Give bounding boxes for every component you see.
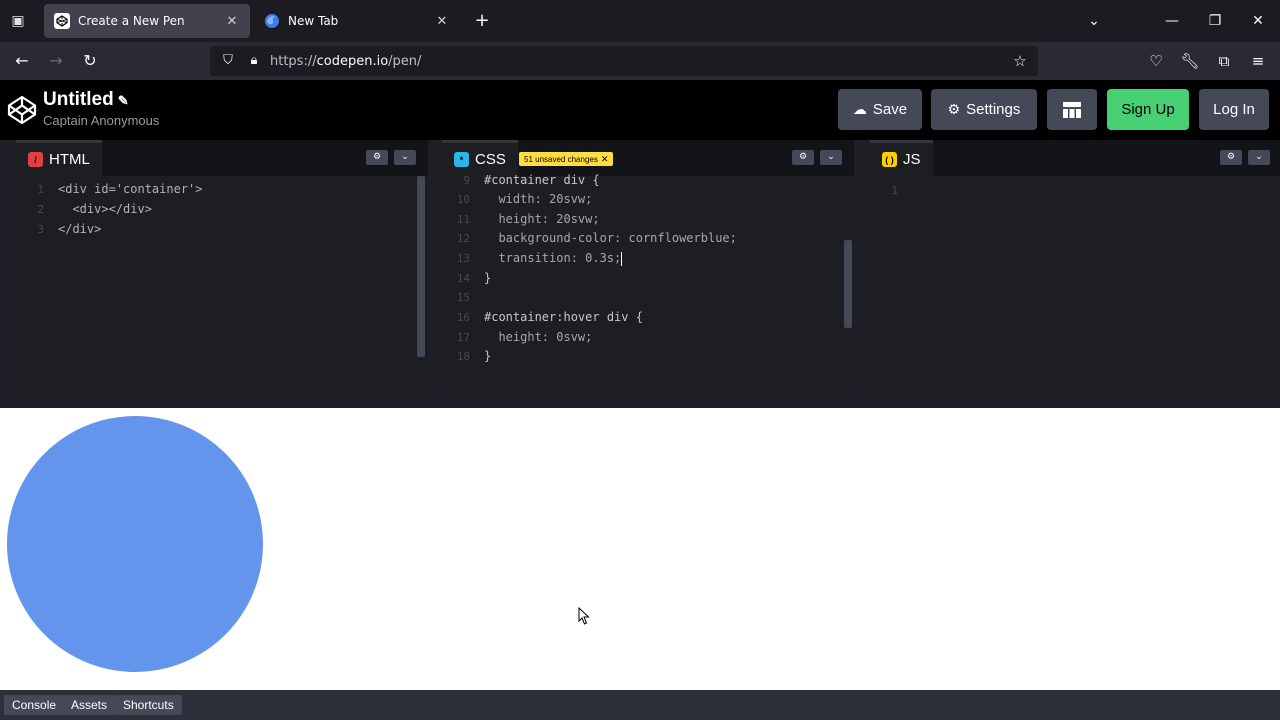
codepen-favicon-icon [54, 13, 70, 29]
code-line: 9 #container div { [463, 173, 600, 187]
gear-icon: ⚙ [947, 101, 961, 117]
code-line: 17 height: 0svw; [456, 330, 593, 344]
editor-resizer-css-js[interactable] [854, 140, 870, 393]
tab-title: Create a New Pen [78, 14, 185, 28]
preview-circle[interactable] [7, 416, 263, 672]
bookmark-star-icon[interactable]: ☆ [1010, 51, 1030, 71]
editor-resizer-left[interactable] [0, 140, 16, 393]
back-arrow-icon[interactable]: ← [10, 49, 34, 73]
js-editor[interactable]: ( ) JS ⚙ ⌄ 1 [870, 140, 1280, 393]
firefox-icon [265, 14, 279, 28]
codepen-logo-icon[interactable] [6, 94, 38, 126]
preview-resize-bar[interactable] [0, 393, 1280, 408]
js-lang-icon: ( ) [882, 152, 897, 167]
pen-author: Captain Anonymous [43, 113, 160, 128]
lock-icon[interactable]: 🔒︎ [244, 51, 264, 71]
code-line: 15 [456, 291, 470, 304]
log-in-button[interactable]: Log In [1199, 89, 1269, 130]
html-lang-icon: / [28, 152, 43, 167]
html-editor[interactable]: / HTML ⚙ ⌄ 1 <div id='container'> 2 <div>… [16, 140, 428, 393]
assets-button[interactable]: Assets [63, 695, 116, 715]
code-line: 2 <div></div> [37, 202, 152, 216]
forward-arrow-icon[interactable]: → [44, 49, 68, 73]
tab-new-tab[interactable]: New Tab ✕ [254, 4, 460, 38]
edit-pencil-icon[interactable]: ✎ [118, 93, 129, 108]
dismiss-badge-icon[interactable]: ✕ [601, 154, 609, 164]
browser-tab-strip: ▣ Create a New Pen ✕ New Tab ✕ + ⌄ — ❐ ✕ [0, 0, 1280, 42]
cloud-icon: ☁ [852, 101, 867, 117]
layout-grid-icon [1063, 101, 1081, 118]
close-tab-icon[interactable]: ✕ [434, 14, 450, 29]
close-window-icon[interactable]: ✕ [1244, 9, 1272, 33]
editor-resizer-html-css[interactable] [428, 140, 442, 393]
tab-create-new-pen[interactable]: Create a New Pen ✕ [44, 4, 250, 38]
css-options-chevron-icon[interactable]: ⌄ [820, 150, 842, 165]
code-line: 16 #container:hover div { [456, 310, 643, 324]
wrench-icon[interactable]: 🔧︎ [1178, 49, 1202, 73]
shortcuts-button[interactable]: Shortcuts [115, 695, 182, 715]
settings-button[interactable]: ⚙ Settings [931, 89, 1037, 130]
js-settings-gear-icon[interactable]: ⚙ [1220, 150, 1242, 165]
code-line: 11 height: 20svw; [456, 212, 600, 226]
js-options-chevron-icon[interactable]: ⌄ [1248, 150, 1270, 165]
code-line: 18} [456, 349, 492, 363]
css-editor[interactable]: * CSS ⚙ ⌄ 9 #container div { 10 width: 20… [442, 140, 854, 393]
result-preview[interactable] [0, 408, 1280, 690]
hamburger-menu-icon[interactable]: ≡ [1246, 49, 1270, 73]
code-line: 13 transition: 0.3s; [456, 251, 623, 266]
html-settings-gear-icon[interactable]: ⚙ [366, 150, 388, 165]
reload-icon[interactable]: ↻ [78, 49, 102, 73]
code-line: 10 width: 20svw; [456, 192, 593, 206]
html-options-chevron-icon[interactable]: ⌄ [394, 150, 416, 165]
css-scrollbar[interactable] [844, 240, 852, 328]
pocket-icon[interactable]: ♡ [1144, 49, 1168, 73]
text-caret [621, 251, 623, 266]
code-line: 14} [456, 271, 492, 285]
restore-icon[interactable]: ❐ [1201, 9, 1229, 33]
codepen-header: Untitled ✎ Captain Anonymous ☁ Save ⚙ Setti… [0, 80, 1280, 140]
html-editor-tab[interactable]: / HTML [16, 140, 102, 176]
tab-list-icon[interactable]: ▣ [6, 9, 30, 33]
sign-up-button[interactable]: Sign Up [1107, 89, 1189, 130]
code-line: 12 background-color: cornflowerblue; [456, 231, 737, 245]
css-lang-icon: * [454, 152, 469, 167]
change-view-button[interactable] [1047, 89, 1097, 130]
shield-icon[interactable]: ⛉ [218, 51, 238, 71]
js-editor-tab[interactable]: ( ) JS [870, 140, 933, 176]
css-settings-gear-icon[interactable]: ⚙ [792, 150, 814, 165]
html-editor-header: / HTML ⚙ ⌄ [16, 140, 428, 176]
browser-navigation-bar: ← → ↻ ⛉ 🔒︎ https://codepen.io/pen/ ☆ ♡ 🔧… [0, 42, 1280, 80]
extensions-icon[interactable]: ⧉ [1212, 49, 1236, 73]
address-bar[interactable]: ⛉ 🔒︎ https://codepen.io/pen/ ☆ [210, 46, 1038, 76]
code-line: 1 [891, 184, 898, 197]
console-button[interactable]: Console [4, 695, 65, 715]
save-button[interactable]: ☁ Save [838, 89, 922, 130]
codepen-footer: Console Assets Shortcuts [0, 690, 1280, 720]
close-tab-icon[interactable]: ✕ [224, 14, 240, 29]
code-line: 3 </div> [37, 222, 102, 236]
unsaved-changes-badge[interactable]: 51 unsaved changes ✕ [519, 152, 614, 166]
mouse-cursor-icon [578, 607, 590, 625]
new-tab-plus-icon[interactable]: + [470, 9, 494, 33]
html-scrollbar[interactable] [417, 176, 425, 357]
editors-area: / HTML ⚙ ⌄ 1 <div id='container'> 2 <div>… [0, 140, 1280, 393]
minimize-icon[interactable]: — [1158, 9, 1186, 33]
js-editor-header: ( ) JS ⚙ ⌄ [870, 140, 1280, 176]
list-all-tabs-chevron-icon[interactable]: ⌄ [1080, 9, 1108, 33]
tab-title: New Tab [288, 14, 339, 28]
url-text[interactable]: https://codepen.io/pen/ [270, 54, 421, 69]
pen-title[interactable]: Untitled ✎ [43, 89, 129, 111]
code-line: 1 <div id='container'> [37, 182, 203, 196]
